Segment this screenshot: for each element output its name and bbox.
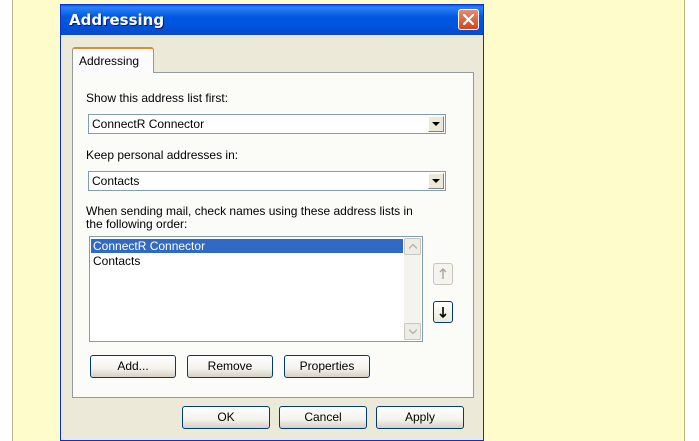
- addressing-dialog: Addressing Addressing Show this address …: [60, 4, 484, 441]
- tab-panel: Show this address list first: ConnectR C…: [72, 72, 474, 398]
- move-up-button[interactable]: [433, 263, 453, 285]
- tab-addressing-label: Addressing: [79, 54, 140, 68]
- show-first-value: ConnectR Connector: [92, 117, 205, 131]
- keep-personal-dropdown-button[interactable]: [428, 173, 444, 189]
- close-button[interactable]: [458, 9, 479, 30]
- chevron-down-icon: [432, 122, 440, 126]
- show-first-dropdown[interactable]: ConnectR Connector: [88, 114, 446, 134]
- arrow-up-icon: [439, 268, 447, 279]
- show-first-dropdown-button[interactable]: [428, 116, 444, 132]
- move-down-button[interactable]: [433, 301, 453, 323]
- keep-personal-dropdown[interactable]: Contacts: [88, 171, 446, 191]
- listbox-scrollbar[interactable]: [404, 238, 421, 340]
- chevron-up-icon: [409, 244, 417, 249]
- list-item[interactable]: ConnectR Connector: [91, 239, 403, 253]
- cancel-button[interactable]: Cancel: [279, 406, 367, 429]
- apply-button[interactable]: Apply: [376, 406, 464, 429]
- arrow-down-icon: [439, 307, 447, 318]
- address-list-order-listbox[interactable]: ConnectR Connector Contacts: [89, 236, 423, 342]
- title-bar[interactable]: Addressing: [61, 5, 483, 35]
- close-icon: [463, 14, 474, 25]
- page-frame: Addressing Addressing Show this address …: [0, 0, 699, 441]
- keep-personal-value: Contacts: [92, 174, 140, 188]
- keep-personal-label: Keep personal addresses in:: [86, 148, 239, 162]
- check-names-label-line2: the following order:: [86, 217, 188, 231]
- list-item[interactable]: Contacts: [91, 254, 403, 268]
- check-names-label-line1: When sending mail, check names using the…: [86, 204, 413, 218]
- ok-button[interactable]: OK: [182, 406, 270, 429]
- show-first-label: Show this address list first:: [86, 91, 229, 105]
- scroll-up-button[interactable]: [404, 238, 421, 255]
- dialog-title: Addressing: [69, 11, 165, 29]
- remove-button[interactable]: Remove: [187, 355, 273, 378]
- tab-addressing[interactable]: Addressing: [72, 47, 154, 73]
- chevron-down-icon: [432, 179, 440, 183]
- chevron-down-icon: [409, 329, 417, 334]
- add-button[interactable]: Add...: [90, 355, 176, 378]
- properties-button[interactable]: Properties: [284, 355, 370, 378]
- scroll-down-button[interactable]: [404, 323, 421, 340]
